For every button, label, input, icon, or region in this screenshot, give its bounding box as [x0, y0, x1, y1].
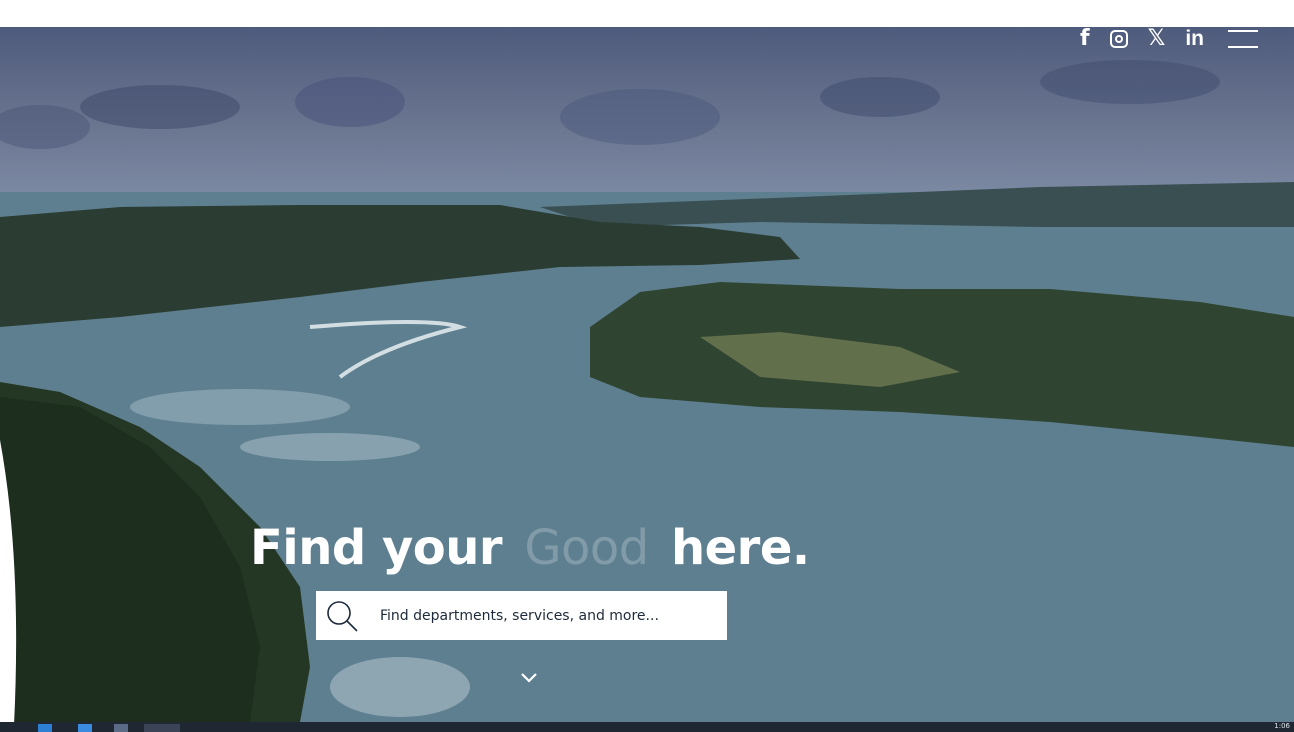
instagram-icon[interactable]: [1109, 30, 1128, 48]
search-box[interactable]: [316, 591, 727, 640]
page-curl-decoration: [0, 440, 17, 725]
social-links: f 𝕏 in: [1080, 27, 1258, 51]
headline-start: Find your: [250, 520, 503, 576]
taskbar-clock: 1:06: [1274, 722, 1290, 730]
hero-video: f 𝕏 in Find your Good here.: [0, 27, 1294, 722]
x-icon[interactable]: 𝕏: [1148, 27, 1166, 51]
os-taskbar: 1:06: [0, 722, 1294, 732]
chevron-down-icon[interactable]: [520, 672, 538, 684]
search-input[interactable]: [378, 606, 712, 625]
hero-headline: Find your Good here.: [250, 520, 810, 576]
start-icon[interactable]: [38, 724, 52, 732]
search-icon[interactable]: [324, 598, 360, 634]
headline-rotating-word: Good: [524, 520, 649, 576]
headline-end: here.: [670, 520, 810, 576]
taskbar-app-icon[interactable]: [78, 724, 92, 732]
linkedin-icon[interactable]: in: [1185, 27, 1204, 51]
taskbar-app-icon[interactable]: [114, 724, 128, 732]
menu-line: [1228, 46, 1258, 48]
hamburger-menu-icon[interactable]: [1228, 30, 1258, 48]
menu-line: [1228, 30, 1258, 32]
facebook-icon[interactable]: f: [1080, 27, 1090, 51]
page: f 𝕏 in Find your Good here. Find departm…: [0, 0, 1294, 732]
taskbar-browser-icon[interactable]: [144, 724, 180, 732]
